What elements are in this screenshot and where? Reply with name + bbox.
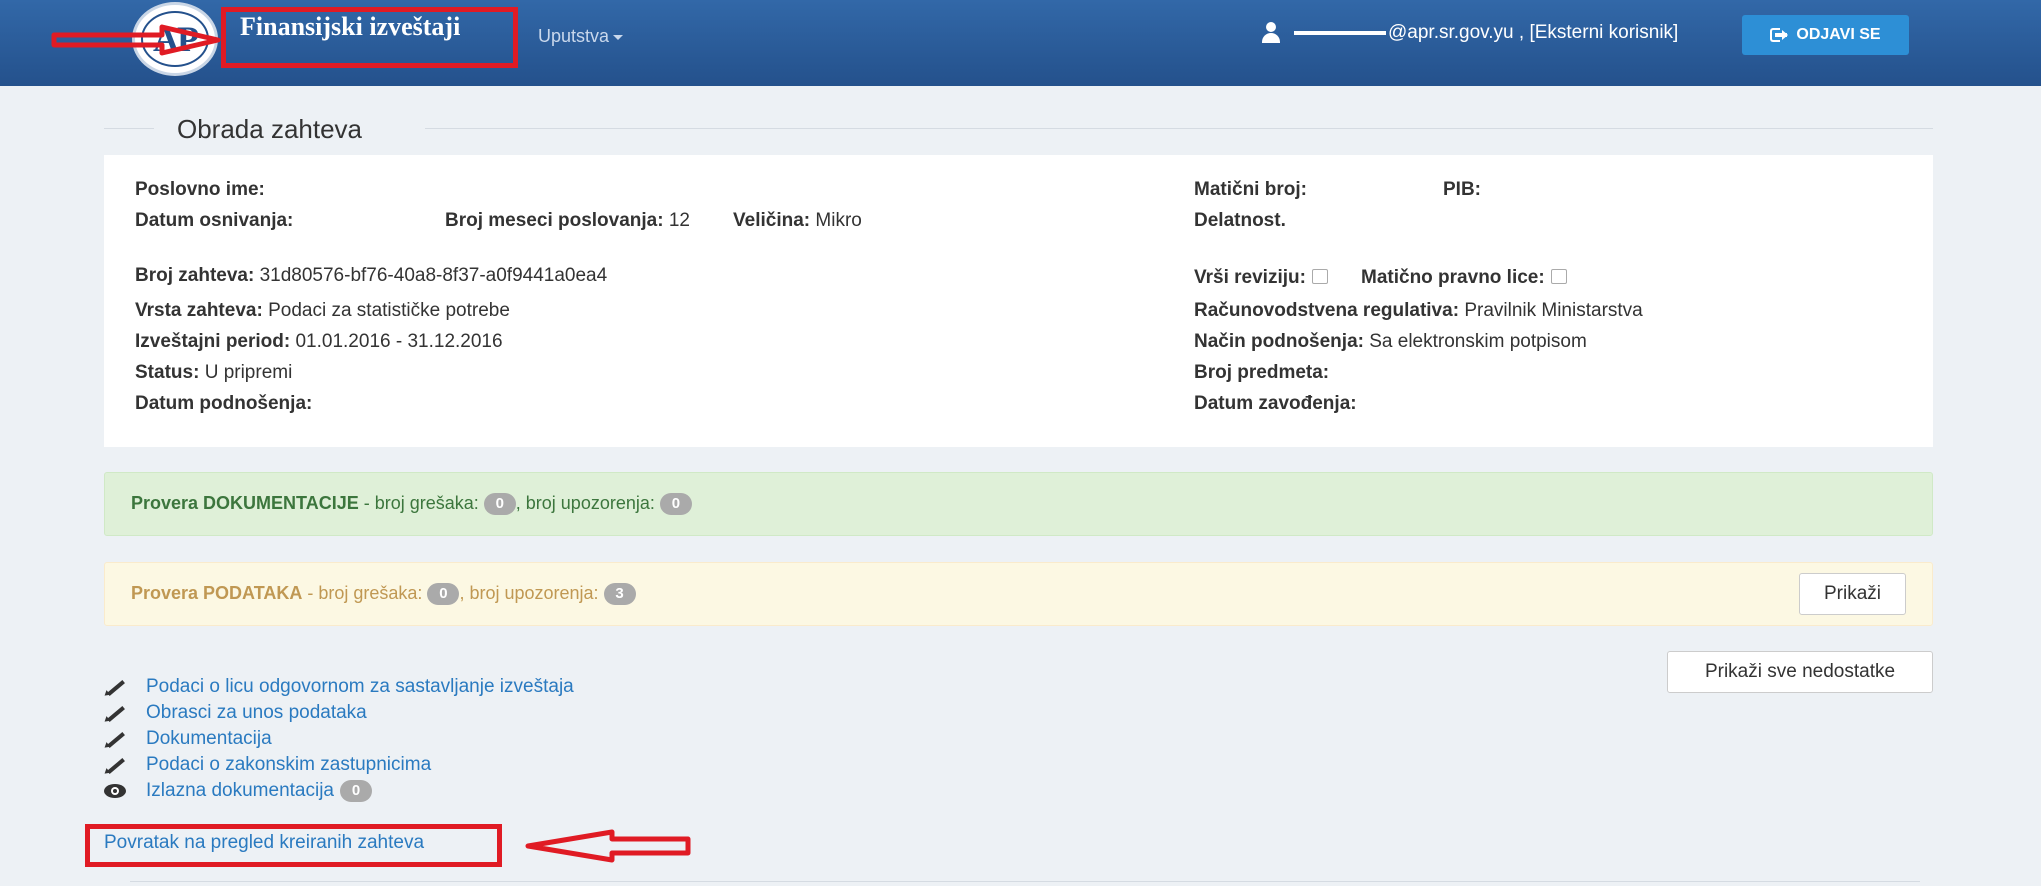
vrsi-reviziju-field: Vrši reviziju:	[1194, 267, 1328, 289]
data-check-alert: Provera PODATAKA - broj grešaka: 0, broj…	[104, 562, 1933, 626]
link-legal-representatives[interactable]: Podaci o zakonskim zastupnicima	[102, 754, 431, 776]
documentation-errors-badge: 0	[483, 493, 516, 516]
bottom-divider	[130, 881, 1920, 882]
documentation-check-alert: Provera DOKUMENTACIJE - broj grešaka: 0,…	[104, 472, 1933, 536]
pib-field: PIB:	[1443, 179, 1481, 200]
documentation-check-text: Provera DOKUMENTACIJE - broj grešaka: 0,…	[131, 493, 692, 516]
maticni-broj-field: Matični broj:	[1194, 179, 1307, 200]
legend-line-left	[104, 128, 154, 129]
link-responsible-person-label[interactable]: Podaci o licu odgovornom za sastavljanje…	[146, 676, 574, 698]
link-documentation-label[interactable]: Dokumentacija	[146, 728, 272, 750]
datum-zavodjenja-field: Datum zavođenja:	[1194, 393, 1357, 414]
link-responsible-person[interactable]: Podaci o licu odgovornom za sastavljanje…	[102, 676, 574, 698]
link-documentation[interactable]: Dokumentacija	[102, 728, 272, 750]
delatnost-field: Delatnost.	[1194, 210, 1286, 231]
redacted-username	[1294, 31, 1386, 35]
logout-button[interactable]: ODJAVI SE	[1742, 15, 1909, 55]
data-errors-badge: 0	[427, 583, 460, 606]
link-data-forms-label[interactable]: Obrasci za unos podataka	[146, 702, 367, 724]
pencil-icon	[102, 704, 126, 724]
sign-out-icon	[1770, 28, 1789, 42]
datum-osnivanja-field: Datum osnivanja:	[135, 210, 294, 231]
user-icon	[1260, 22, 1282, 44]
nacin-podnosenja-field: Način podnošenja: Sa elektronskim potpis…	[1194, 331, 1587, 352]
page-title: Obrada zahteva	[177, 114, 363, 144]
data-warnings-badge: 3	[603, 583, 636, 606]
status-field: Status: U pripremi	[135, 362, 293, 383]
broj-zahteva-field: Broj zahteva: 31d80576-bf76-40a8-8f37-a0…	[135, 265, 608, 286]
user-info: @apr.sr.gov.yu , [Eksterni korisnik]	[1260, 22, 1678, 44]
data-check-title: Provera PODATAKA	[131, 583, 303, 603]
data-check-text: Provera PODATAKA - broj grešaka: 0, broj…	[131, 583, 636, 606]
documentation-warnings-badge: 0	[659, 493, 692, 516]
uputstva-menu[interactable]: Uputstva	[538, 26, 624, 47]
broj-predmeta-field: Broj predmeta:	[1194, 362, 1330, 383]
output-documentation-count-badge: 0	[340, 780, 372, 802]
annotation-arrow-right-icon	[51, 24, 221, 56]
annotation-box-back-link	[85, 824, 502, 867]
prikazi-button[interactable]: Prikaži	[1799, 573, 1906, 615]
poslovno-ime-field: Poslovno ime:	[135, 179, 265, 200]
velicina-field: Veličina: Mikro	[733, 210, 862, 231]
pencil-icon	[102, 678, 126, 698]
caret-down-icon	[613, 34, 624, 40]
vrsi-reviziju-checkbox[interactable]	[1311, 269, 1328, 284]
documentation-check-title: Provera DOKUMENTACIJE	[131, 493, 359, 513]
annotation-arrow-left-icon	[525, 829, 691, 863]
link-data-forms[interactable]: Obrasci za unos podataka	[102, 702, 367, 724]
maticno-pravno-lice-field: Matično pravno lice:	[1361, 267, 1567, 289]
pencil-icon	[102, 730, 126, 750]
show-all-deficiencies-button[interactable]: Prikaži sve nedostatke	[1667, 651, 1933, 693]
request-info-panel: Poslovno ime: Datum osnivanja: Broj mese…	[104, 155, 1933, 447]
uputstva-label: Uputstva	[538, 26, 610, 46]
link-output-documentation[interactable]: Izlazna dokumentacija 0	[104, 780, 372, 802]
racunovodstvena-field: Računovodstvena regulativa: Pravilnik Mi…	[1194, 300, 1643, 321]
eye-icon	[104, 784, 126, 798]
link-output-documentation-label[interactable]: Izlazna dokumentacija	[146, 780, 334, 802]
legend-line-right	[425, 128, 1933, 129]
vrsta-zahteva-field: Vrsta zahteva: Podaci za statističke pot…	[135, 300, 510, 321]
logout-label: ODJAVI SE	[1796, 26, 1881, 43]
user-email-suffix: @apr.sr.gov.yu , [Eksterni korisnik]	[1388, 22, 1679, 43]
datum-podnosenja-field: Datum podnošenja:	[135, 393, 313, 414]
maticno-pravno-lice-checkbox[interactable]	[1550, 269, 1567, 284]
annotation-box-brand	[221, 7, 518, 68]
pencil-icon	[102, 756, 126, 776]
link-legal-representatives-label[interactable]: Podaci o zakonskim zastupnicima	[146, 754, 431, 776]
izvestajni-period-field: Izveštajni period: 01.01.2016 - 31.12.20…	[135, 331, 503, 352]
broj-meseci-field: Broj meseci poslovanja: 12	[445, 210, 690, 231]
